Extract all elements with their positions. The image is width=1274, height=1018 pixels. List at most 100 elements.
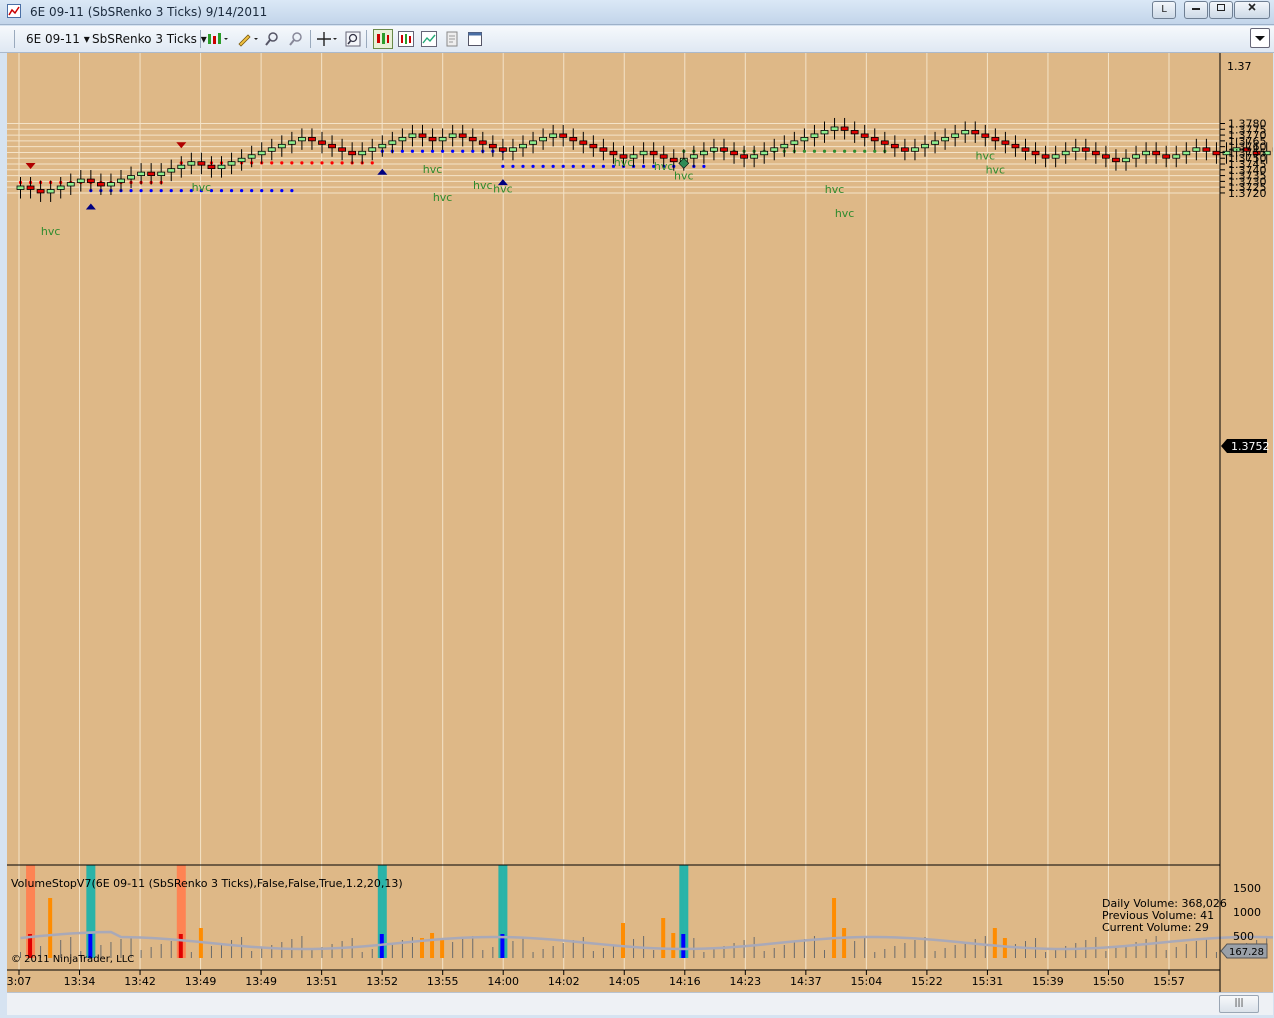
down-brick [870,136,879,142]
horizontal-scrollbar[interactable]: ||| [7,992,1273,1015]
up-brick [750,154,759,159]
stop-dot [531,164,535,168]
chart-panel[interactable]: hvc hvc hvc hvc hvc hvc hvc hvc hvc hvc hvc hvc hvc … [7,53,1274,992]
close-button[interactable] [1234,1,1270,19]
stop-dot [340,161,344,165]
up-brick [941,136,949,142]
down-brick [197,161,206,166]
stop-dot [310,161,314,165]
link-button[interactable]: L [1152,1,1176,19]
hvc-label: hvc [654,160,674,173]
stop-dot [290,161,294,165]
down-brick [147,171,156,176]
down-brick [1021,147,1030,152]
copyright-text: © 2011 NinjaTrader, LLC [11,954,134,965]
stop-dot [642,164,646,168]
up-brick [388,140,397,145]
stop-dot [260,189,264,193]
down-brick [740,154,748,159]
hvc-label: hvc [976,149,996,162]
stop-dot [501,164,505,168]
crosshair-icon[interactable] [316,31,338,47]
magnifier-icon[interactable] [345,31,361,47]
volume-spike-bar [440,940,445,958]
stop-dot [300,161,304,165]
scroll-right-button[interactable] [1250,28,1270,48]
down-brick [720,147,728,152]
time-tick-label: 13:34 [64,975,96,988]
chart-canvas[interactable]: hvchvchvchvchvc hvchvc hvchvchvchvchvchvc … [7,53,1274,992]
stop-dot [822,149,827,153]
down-brick [1031,150,1040,156]
price-axis-top-label: 1.37 [1227,60,1252,73]
up-brick [921,143,929,149]
down-brick [418,133,427,138]
up-brick [297,136,306,142]
current-price-marker: 1.3752 [1221,439,1270,453]
volume-spike-bar [832,898,837,958]
down-brick [1102,154,1110,159]
indicators-icon[interactable] [398,31,414,47]
properties-icon[interactable] [444,31,460,47]
data-box-icon[interactable] [467,31,483,47]
scrollbar-thumb[interactable]: ||| [1219,995,1259,1013]
chart-toolbar: 6E 09-11 ▾ SbSRenko 3 Ticks ▾ [0,26,1274,53]
down-brick [850,130,859,135]
stop-dot [873,149,877,153]
volume-spike-bar [661,918,666,958]
hvc-label: hvc [473,179,493,192]
time-tick-label: 14:02 [548,975,580,988]
up-brick [117,178,125,183]
toolbar-separator [14,30,15,48]
volume-bar-base [681,934,686,958]
time-tick-label: 14:37 [790,975,822,988]
hvc-label: hvc [674,169,694,182]
minimize-button[interactable] [1184,1,1208,19]
pencil-draw-icon[interactable] [236,31,258,47]
time-tick-label: 15:22 [911,975,943,988]
stop-dot [290,189,294,193]
down-brick [468,136,477,142]
up-brick [368,147,377,152]
up-brick [237,157,246,163]
candlestick-style-icon[interactable] [206,31,228,47]
up-brick [820,130,829,135]
time-tick-label: 15:31 [972,975,1004,988]
stop-dot [330,161,334,165]
instrument-selector[interactable]: 6E 09-11 ▾ [26,30,90,48]
down-brick [1152,150,1161,156]
time-tick-label: 3:07 [7,975,31,988]
volume-spike-bar [992,928,997,958]
strategies-icon[interactable] [421,31,437,47]
up-brick [760,150,769,156]
stop-dot [471,149,475,153]
period-selector[interactable]: SbSRenko 3 Ticks ▾ [92,30,207,48]
down-brick [880,140,889,145]
zoom-out-icon[interactable] [288,31,304,47]
down-brick [348,150,357,156]
hvc-label: hvc [41,225,61,238]
chart-app-icon [7,4,21,18]
up-brick [398,136,407,142]
maximize-button[interactable] [1209,1,1233,19]
down-brick [328,143,336,149]
up-brick [1122,157,1130,163]
zoom-in-icon[interactable] [264,31,280,47]
close-icon [1248,3,1256,11]
up-brick [408,133,417,138]
stop-dot [139,189,143,193]
up-brick [257,150,266,156]
up-brick [378,143,387,149]
down-brick [26,185,35,190]
stop-dot [802,149,807,153]
stop-dot [591,164,595,168]
stop-dot [270,161,274,165]
up-brick [1172,154,1181,159]
up-brick [227,161,236,166]
down-brick [599,147,608,152]
up-brick [287,140,296,145]
toolbar-separator [366,30,367,48]
down-brick [649,150,658,156]
up-brick [277,143,286,149]
data-series-icon[interactable] [373,29,393,49]
